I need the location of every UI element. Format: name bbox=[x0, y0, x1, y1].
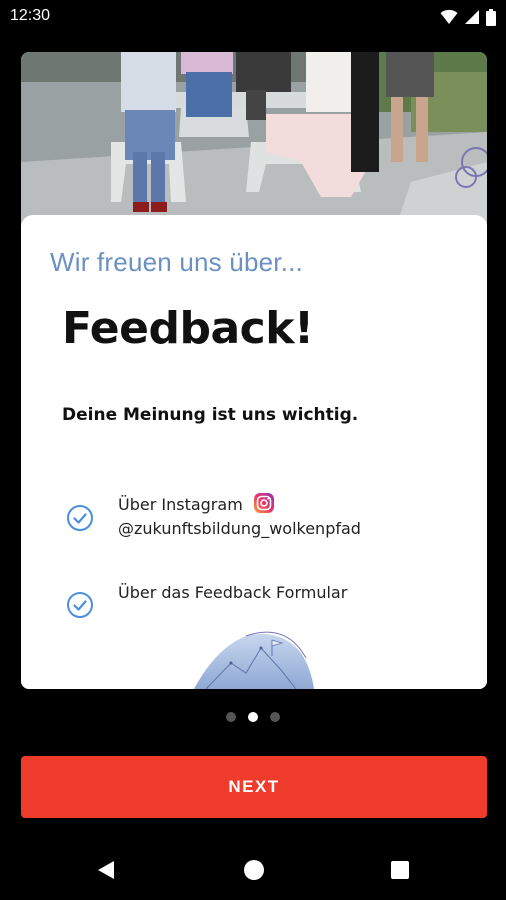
status-bar: 12:30 bbox=[0, 0, 506, 34]
page-title: Feedback! bbox=[62, 303, 314, 354]
wifi-icon bbox=[440, 9, 458, 24]
navigation-bar bbox=[0, 840, 506, 900]
mountain-illustration bbox=[194, 631, 314, 689]
instagram-handle-link[interactable]: @zukunftsbildung_wolkenpfad bbox=[118, 517, 361, 541]
instagram-icon[interactable] bbox=[253, 492, 275, 514]
option-instagram: Über Instagram @zukunftsbildung_wolkenpf… bbox=[66, 492, 361, 541]
status-time: 12:30 bbox=[10, 7, 51, 24]
page-dot-1[interactable] bbox=[226, 712, 236, 722]
back-icon[interactable] bbox=[94, 858, 118, 882]
check-circle-icon bbox=[67, 592, 93, 618]
battery-icon bbox=[486, 8, 496, 26]
home-icon[interactable] bbox=[242, 858, 266, 882]
signal-icon bbox=[465, 10, 479, 24]
onboarding-card: Wir freuen uns über... Feedback! Deine M… bbox=[21, 52, 487, 689]
option-feedback-form-label: Über das Feedback Formular bbox=[118, 583, 348, 602]
subtitle: Wir freuen uns über... bbox=[50, 247, 303, 277]
page-dot-2-active[interactable] bbox=[248, 712, 258, 722]
check-circle-icon bbox=[67, 505, 93, 531]
page-indicator bbox=[0, 712, 506, 722]
page-dot-3[interactable] bbox=[270, 712, 280, 722]
status-icons bbox=[440, 8, 496, 26]
header-photo bbox=[21, 52, 487, 242]
option-feedback-form[interactable]: Über das Feedback Formular bbox=[66, 579, 347, 619]
recents-icon[interactable] bbox=[388, 858, 412, 882]
next-button[interactable]: NEXT bbox=[21, 756, 487, 818]
content-panel: Wir freuen uns über... Feedback! Deine M… bbox=[21, 215, 487, 689]
option-instagram-label: Über Instagram bbox=[118, 495, 243, 514]
tagline: Deine Meinung ist uns wichtig. bbox=[62, 405, 359, 425]
